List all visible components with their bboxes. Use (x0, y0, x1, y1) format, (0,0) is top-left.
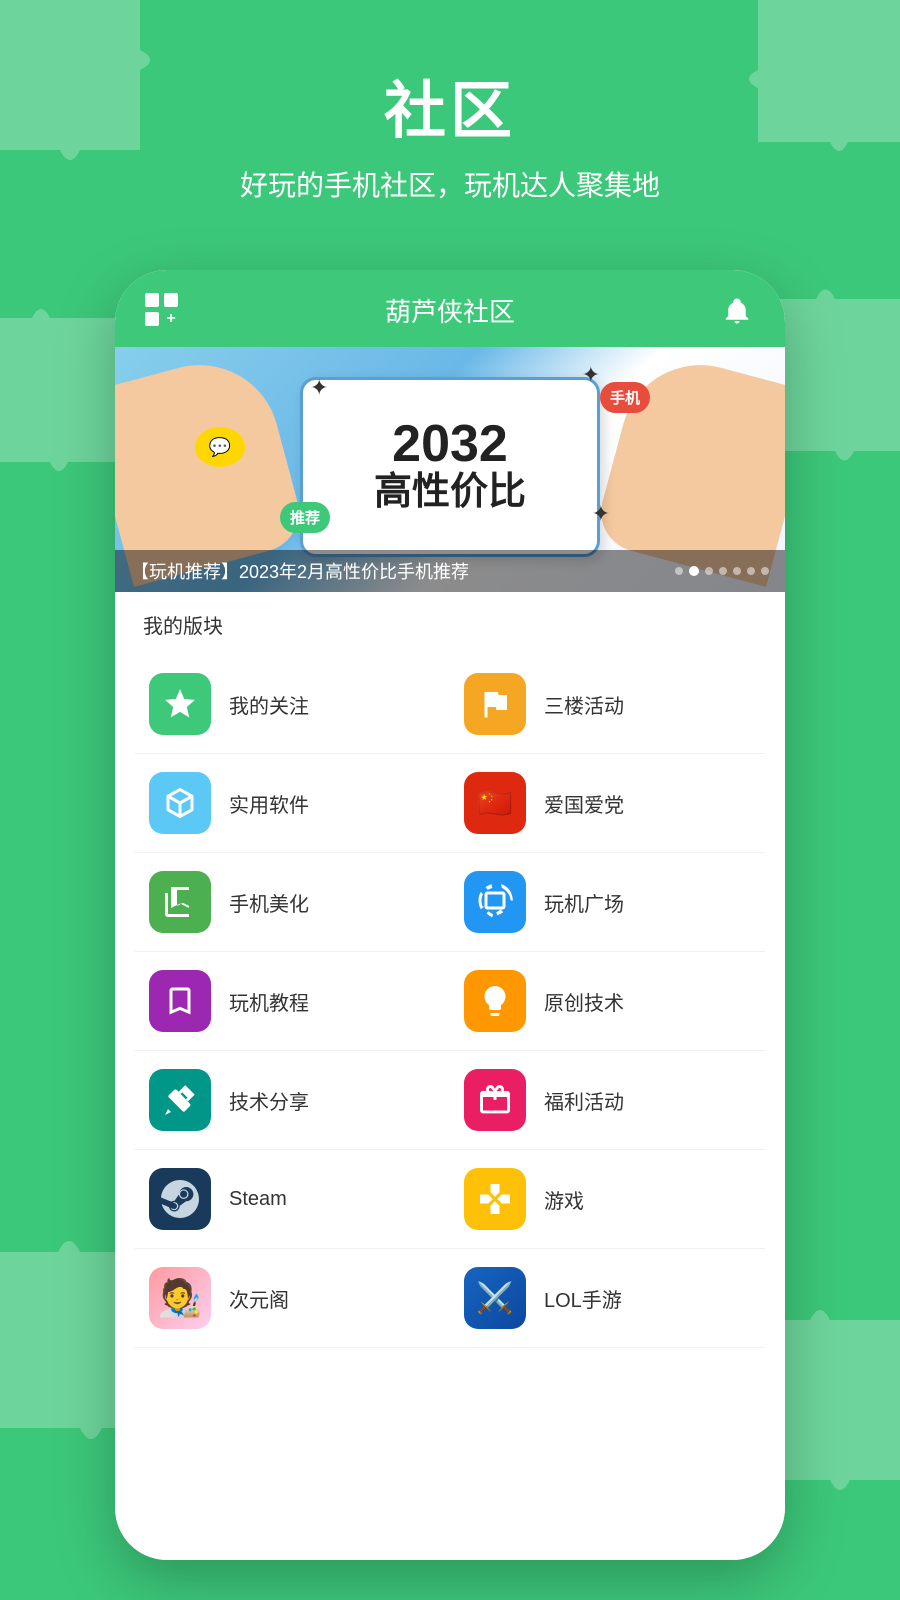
banner-caption-text: 【玩机推荐】2023年2月高性价比手机推荐 (131, 558, 469, 584)
grid-plus-icon[interactable] (145, 293, 181, 329)
page-title-area: 社区 好玩的手机社区，玩机达人聚集地 (0, 60, 900, 204)
list-item[interactable]: 玩机教程 (135, 952, 450, 1051)
content-area: 我的版块 我的关注 三楼活动 (115, 592, 785, 1560)
list-item[interactable]: 原创技术 (450, 952, 765, 1051)
useful-apps-label: 实用软件 (229, 789, 309, 818)
list-item[interactable]: 实用软件 (135, 754, 450, 853)
sparkle-icon2: ✦ (582, 362, 600, 388)
flag-svg (477, 686, 513, 722)
list-item[interactable]: Steam (135, 1150, 450, 1249)
lol-label: LOL手游 (544, 1284, 622, 1313)
welfare-icon (464, 1069, 526, 1131)
play-square-label: 玩机广场 (544, 888, 624, 917)
my-follow-label: 我的关注 (229, 690, 309, 719)
box-svg (162, 785, 198, 821)
banner-year: 2032 (392, 418, 508, 470)
list-item[interactable]: ⚔️ LOL手游 (450, 1249, 765, 1348)
games-icon (464, 1168, 526, 1230)
third-floor-icon (464, 673, 526, 735)
page-subtitle: 好玩的手机社区，玩机达人聚集地 (0, 164, 900, 204)
patriot-icon: 🇨🇳 (464, 772, 526, 834)
bell-icon[interactable] (719, 293, 755, 329)
list-item[interactable]: 🇨🇳 爱国爱党 (450, 754, 765, 853)
wrench-svg (162, 1082, 198, 1118)
steam-label: Steam (229, 1188, 287, 1211)
list-item[interactable]: 🧑‍🎨 次元阁 (135, 1249, 450, 1348)
steam-svg (161, 1180, 199, 1218)
bell-svg (722, 296, 752, 326)
banner-image[interactable]: 2032 高性价比 ✦ ✦ ✦ 💬 推荐 手机 【玩机推荐】2023年2月高性价… (115, 347, 785, 592)
bookmark-svg (162, 983, 198, 1019)
useful-apps-icon (149, 772, 211, 834)
steam-logo-bg (149, 1168, 211, 1230)
original-tech-icon (464, 970, 526, 1032)
games-label: 游戏 (544, 1185, 584, 1214)
banner-phone-card: 2032 高性价比 (300, 377, 600, 557)
china-flag: 🇨🇳 (464, 772, 526, 834)
section-header: 我的版块 (115, 592, 785, 647)
original-tech-label: 原创技术 (544, 987, 624, 1016)
bulb-svg (477, 983, 513, 1019)
tech-share-icon (149, 1069, 211, 1131)
gift-bag-svg (477, 1082, 513, 1118)
anime-icon: 🧑‍🎨 (149, 1267, 211, 1329)
dot-5 (733, 567, 741, 575)
dot-3 (705, 567, 713, 575)
list-item[interactable]: 玩机广场 (450, 853, 765, 952)
page-title: 社区 (0, 60, 900, 150)
phone-mockup: 葫芦侠社区 2032 高性价比 ✦ ✦ ✦ (115, 270, 785, 1560)
app-header: 葫芦侠社区 (115, 270, 785, 347)
tech-share-label: 技术分享 (229, 1086, 309, 1115)
dot-4 (719, 567, 727, 575)
dot-6 (747, 567, 755, 575)
lol-emoji: ⚔️ (476, 1281, 513, 1316)
list-item[interactable]: 手机美化 (135, 853, 450, 952)
sparkle-icon3: ✦ (592, 501, 610, 527)
banner-dots (675, 566, 769, 576)
list-item[interactable]: 游戏 (450, 1150, 765, 1249)
dot-2 (689, 566, 699, 576)
star-svg (162, 686, 198, 722)
banner-area: 2032 高性价比 ✦ ✦ ✦ 💬 推荐 手机 【玩机推荐】2023年2月高性价… (115, 347, 785, 592)
list-item[interactable]: 三楼活动 (450, 655, 765, 754)
list-item[interactable]: 技术分享 (135, 1051, 450, 1150)
chat-bubble-icon: 💬 (195, 427, 245, 467)
phone-rotate-svg (477, 884, 513, 920)
banner-text: 高性价比 (374, 470, 526, 516)
header-title: 葫芦侠社区 (385, 292, 515, 329)
anime-label: 次元阁 (229, 1284, 289, 1313)
game-svg (477, 1181, 513, 1217)
play-tutorial-label: 玩机教程 (229, 987, 309, 1016)
phone-beauty-icon (149, 871, 211, 933)
sparkle-icon: ✦ (310, 375, 328, 401)
steam-icon (149, 1168, 211, 1230)
patriot-label: 爱国爱党 (544, 789, 624, 818)
menu-grid: 我的关注 三楼活动 实用软件 (115, 647, 785, 1356)
list-item[interactable]: 福利活动 (450, 1051, 765, 1150)
banner-caption: 【玩机推荐】2023年2月高性价比手机推荐 (115, 550, 785, 592)
recommend-badge: 推荐 (280, 502, 330, 533)
third-floor-label: 三楼活动 (544, 690, 624, 719)
anime-emoji: 🧑‍🎨 (158, 1277, 203, 1319)
play-square-icon (464, 871, 526, 933)
lol-icon: ⚔️ (464, 1267, 526, 1329)
my-follow-icon (149, 673, 211, 735)
dot-7 (761, 567, 769, 575)
phone-badge: 手机 (600, 382, 650, 413)
dot-1 (675, 567, 683, 575)
welfare-label: 福利活动 (544, 1086, 624, 1115)
play-tutorial-icon (149, 970, 211, 1032)
list-item[interactable]: 我的关注 (135, 655, 450, 754)
book-svg (162, 884, 198, 920)
phone-beauty-label: 手机美化 (229, 888, 309, 917)
